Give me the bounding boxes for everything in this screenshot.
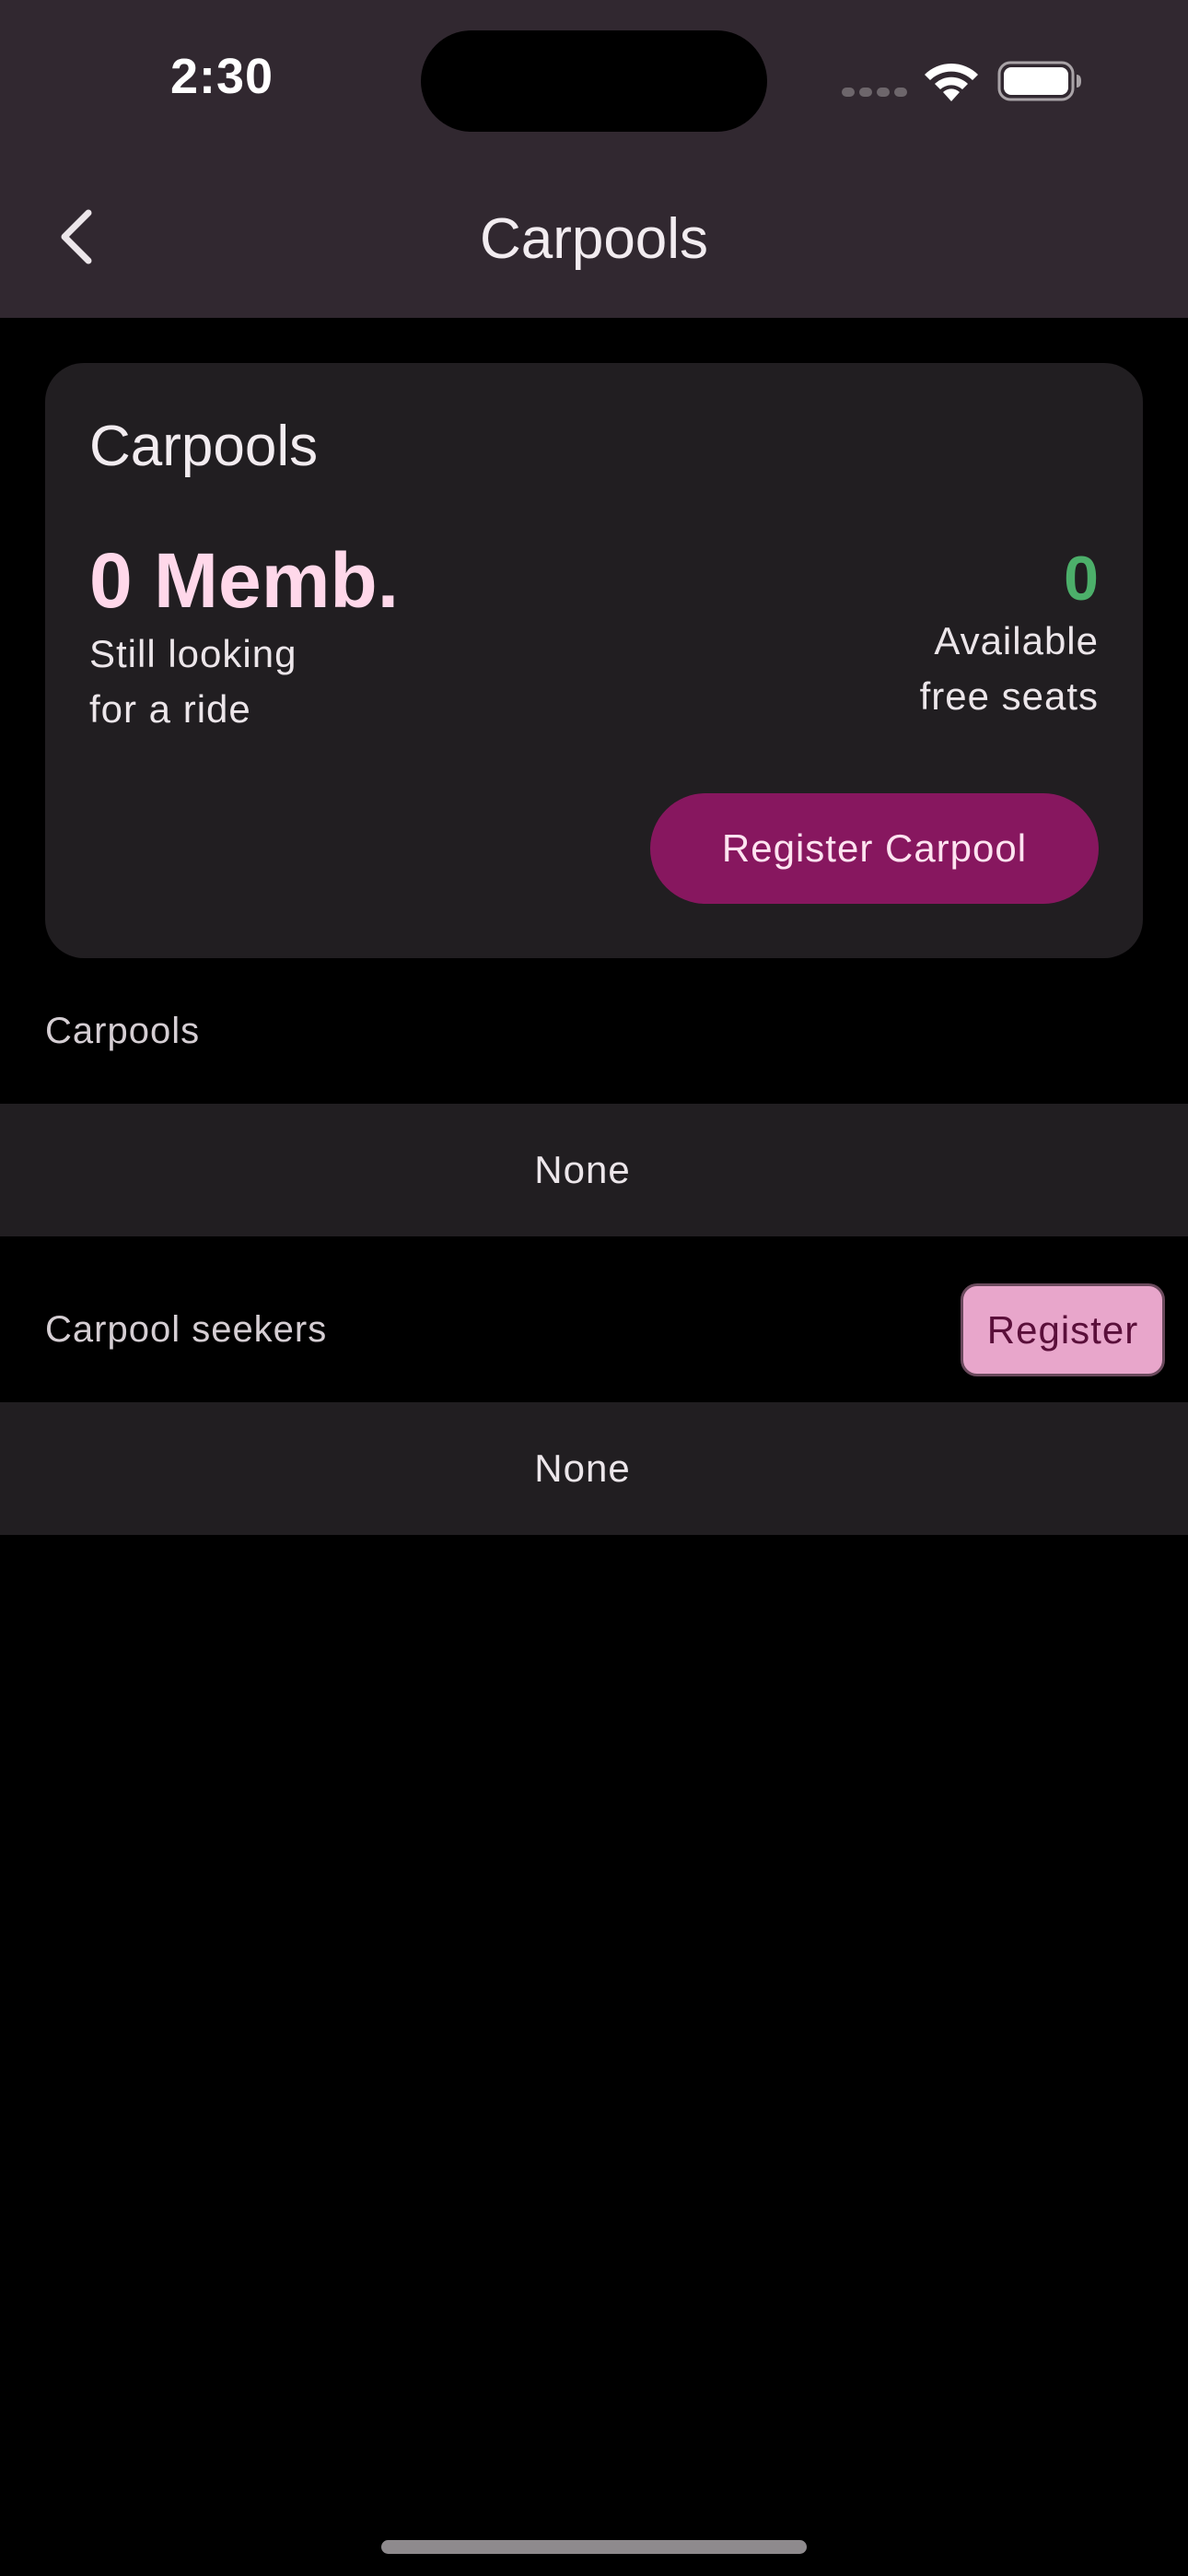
summary-card: Carpools 0 Memb. Still looking for a rid… — [45, 363, 1143, 958]
status-bar: 2:30 — [0, 0, 1188, 161]
card-title: Carpools — [89, 415, 319, 478]
carpools-section-header: Carpools — [45, 1011, 201, 1051]
empty-state-text: None — [534, 1446, 631, 1490]
seats-caption-line: free seats — [919, 674, 1099, 718]
page-title: Carpools — [479, 207, 709, 271]
battery-icon — [997, 61, 1081, 101]
register-carpool-button[interactable]: Register Carpool — [650, 793, 1099, 904]
free-seats-caption: Available free seats — [822, 614, 1099, 724]
wifi-icon — [925, 63, 978, 101]
carpools-empty-row: None — [0, 1104, 1188, 1236]
members-count: 0 Memb. — [89, 537, 400, 624]
register-seeker-button[interactable]: Register — [961, 1283, 1165, 1376]
status-time: 2:30 — [170, 49, 274, 104]
members-caption: Still looking for a ride — [89, 626, 458, 737]
cellular-signal-icon — [842, 88, 907, 99]
seats-caption-line: Available — [934, 619, 1099, 662]
empty-state-text: None — [534, 1148, 631, 1191]
dynamic-island — [421, 30, 767, 132]
members-caption-line: Still looking — [89, 632, 297, 675]
seekers-section-header: Carpool seekers — [45, 1309, 328, 1350]
members-caption-line: for a ride — [89, 687, 251, 731]
home-indicator — [381, 2540, 807, 2554]
nav-bar: Carpools — [0, 161, 1188, 318]
free-seats-count: 0 — [1064, 544, 1099, 614]
seekers-empty-row: None — [0, 1402, 1188, 1535]
